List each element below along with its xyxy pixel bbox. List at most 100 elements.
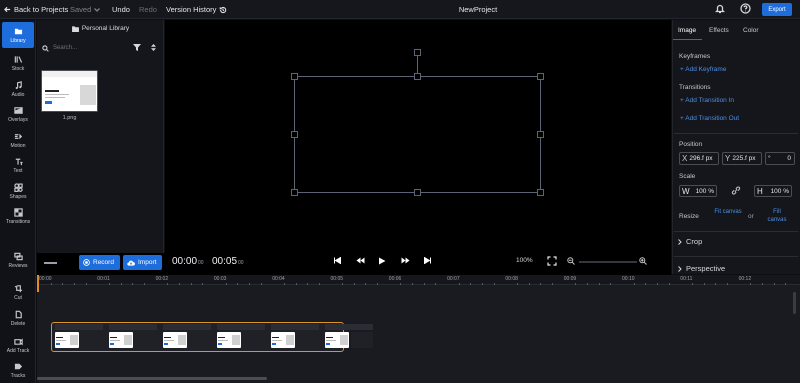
timeline-minor-tick: [260, 283, 262, 285]
clip-thumbnail-spacer: [243, 332, 265, 348]
rail-item-cut[interactable]: Cut: [2, 279, 34, 305]
timeline-tick-label: 00:08: [505, 276, 518, 282]
fast-forward-icon[interactable]: [401, 257, 410, 264]
resize-handle-mr[interactable]: [537, 131, 544, 138]
rail-item-delete[interactable]: Delete: [2, 305, 34, 331]
library-search-input[interactable]: Search...: [42, 42, 124, 54]
rail-item-tracks[interactable]: Tracks: [2, 357, 34, 383]
perspective-section-toggle[interactable]: Perspective: [678, 264, 725, 273]
timeline-horizontal-scrollbar[interactable]: [37, 377, 267, 380]
crop-section-toggle[interactable]: Crop: [678, 237, 702, 246]
fill-canvas-button[interactable]: Fill canvas: [763, 208, 791, 224]
timeline-minor-tick: [85, 283, 87, 285]
resize-handle-bl[interactable]: [291, 189, 298, 196]
rewind-icon[interactable]: [356, 257, 365, 264]
resize-handle-tl[interactable]: [291, 73, 298, 80]
position-y-value: 225.f px: [732, 155, 756, 162]
clip-frame-strip: [217, 324, 265, 330]
tab-effects[interactable]: Effects: [709, 27, 729, 34]
track-height-handle[interactable]: [44, 262, 57, 264]
playhead[interactable]: [37, 275, 39, 292]
tab-image[interactable]: Image: [678, 27, 696, 34]
rail-item-audio[interactable]: Audio: [2, 76, 34, 102]
resize-handle-tr[interactable]: [537, 73, 544, 80]
selected-element-frame[interactable]: [294, 76, 541, 193]
timeline-minor-tick: [668, 283, 670, 285]
position-x-key: X: [682, 154, 688, 163]
skip-end-icon[interactable]: [424, 257, 431, 264]
timeline-minor-tick: [785, 283, 787, 285]
skip-start-icon[interactable]: [334, 257, 341, 264]
timeline-minor-tick: [773, 283, 775, 285]
timeline-minor-tick: [412, 283, 414, 285]
filter-icon[interactable]: [133, 44, 141, 51]
timeline-vertical-scrollbar[interactable]: [793, 292, 796, 314]
resize-handle-tc[interactable]: [414, 73, 421, 80]
fullscreen-icon[interactable]: [547, 256, 557, 266]
timeline-tick-label: 00:04: [272, 276, 285, 282]
rail-item-add-track[interactable]: Add Track: [2, 332, 34, 358]
project-name: NewProject: [458, 5, 498, 14]
add-transition-out-link[interactable]: + Add Transition Out: [680, 115, 739, 122]
tab-color[interactable]: Color: [743, 27, 759, 34]
rail-item-shapes[interactable]: Shapes: [2, 178, 34, 204]
timeline-tick-label: 00:09: [563, 276, 577, 282]
resize-handle-br[interactable]: [537, 189, 544, 196]
rail-item-library[interactable]: Library: [2, 22, 34, 48]
rail-item-text[interactable]: Text: [2, 152, 34, 178]
timeline-minor-tick: [726, 283, 728, 285]
sort-icon[interactable]: [151, 44, 156, 51]
timeline-minor-tick: [610, 283, 612, 285]
timeline-minor-tick: [190, 283, 192, 285]
rail-label: Tracks: [10, 372, 26, 379]
help-icon[interactable]: [740, 3, 751, 16]
rotate-handle[interactable]: [414, 49, 421, 56]
chevron-right-icon: [678, 238, 682, 245]
timeline-minor-tick: [715, 283, 717, 285]
import-button[interactable]: Import: [123, 255, 162, 270]
resize-handle-ml[interactable]: [291, 131, 298, 138]
timeline-minor-tick: [167, 283, 169, 285]
rail-item-stock[interactable]: Stock: [2, 50, 34, 76]
record-button[interactable]: Record: [79, 255, 120, 270]
play-icon[interactable]: [378, 257, 386, 265]
timeline-minor-tick: [540, 283, 542, 285]
rail-item-transitions[interactable]: Transitions: [2, 203, 34, 229]
resize-label: Resize: [679, 213, 699, 220]
add-transition-in-link[interactable]: + Add Transition In: [680, 97, 734, 104]
rotation-field[interactable]: ° 0: [765, 152, 795, 165]
scale-height-field[interactable]: H 100 %: [754, 185, 792, 197]
library-item-thumbnail[interactable]: [41, 70, 98, 112]
zoom-out-icon[interactable]: [567, 257, 575, 265]
rail-item-motion[interactable]: Motion: [2, 127, 34, 153]
timeline-minor-tick: [365, 283, 367, 285]
or-label: or: [748, 213, 754, 220]
scale-height-value: 100 %: [770, 187, 789, 195]
overlays-icon: [13, 106, 23, 114]
crop-label: Crop: [686, 237, 703, 246]
timeline-minor-tick: [237, 283, 239, 285]
resize-handle-bc[interactable]: [414, 189, 421, 196]
timeline-minor-tick: [552, 283, 554, 285]
cut-icon: [14, 284, 22, 292]
scale-width-field[interactable]: W 100 %: [679, 185, 717, 197]
zoom-slider[interactable]: [579, 261, 637, 263]
rail-label: Cut: [14, 294, 22, 301]
text-icon: [15, 158, 23, 165]
add-keyframe-link[interactable]: + Add Keyframe: [680, 66, 726, 73]
rail-item-overlays[interactable]: Overlays: [2, 101, 34, 127]
link-icon[interactable]: [731, 186, 741, 195]
cloud-upload-icon: [127, 260, 135, 266]
rotation-value: 0: [787, 155, 791, 162]
rail-item-reviews[interactable]: Reviews: [2, 247, 34, 273]
active-tab-indicator: [673, 39, 702, 40]
library-icon: [14, 28, 22, 34]
bell-icon[interactable]: [714, 3, 726, 16]
reviews-icon: [13, 252, 23, 260]
duration-time-value: 00:05: [212, 256, 238, 267]
export-button[interactable]: Export: [762, 3, 792, 16]
position-y-field[interactable]: Y 225.f px: [722, 152, 762, 165]
zoom-in-icon[interactable]: [639, 257, 647, 265]
fit-canvas-button[interactable]: Fit canvas: [713, 208, 743, 216]
position-x-field[interactable]: X 296.f px: [679, 152, 719, 165]
